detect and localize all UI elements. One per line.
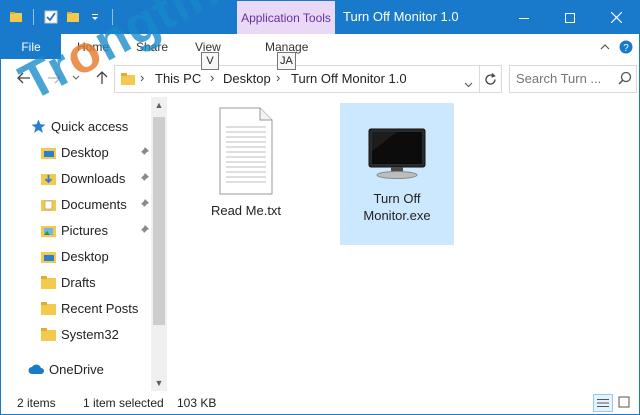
nav-label: Pictures [61,222,108,238]
pictures-folder-icon [39,222,57,238]
nav-label: Quick access [51,118,129,134]
folder-icon[interactable] [5,7,27,27]
file-name: Read Me.txt [210,203,282,218]
ribbon-tabs: File Home Share View Manage V JA ? [1,34,639,70]
status-bar: 2 items 1 item selected 103 KB [1,391,639,414]
nav-documents[interactable]: Documents [39,193,127,215]
minimize-button[interactable] [501,1,547,34]
status-item-count: 2 items [17,396,56,410]
file-name-line-1: Turn Off [373,191,421,206]
details-view-icon[interactable] [593,394,613,412]
search-icon[interactable] [618,71,632,90]
breadcrumb-current-folder[interactable]: Turn Off Monitor 1.0 [291,71,407,86]
nav-quick-access[interactable]: Quick access [29,115,128,137]
customize-dropdown-icon[interactable] [84,7,106,27]
breadcrumb-this-pc[interactable]: This PC [155,71,201,86]
nav-label: Downloads [61,170,126,186]
new-folder-icon[interactable] [62,7,84,27]
breadcrumb-desktop[interactable]: Desktop [223,71,271,86]
nav-downloads[interactable]: Downloads [39,167,125,189]
refresh-icon [484,72,496,85]
title-bar: Application Tools Turn Off Monitor 1.0 [1,1,639,34]
keytip-manage: JA [277,52,296,70]
nav-pictures[interactable]: Pictures [39,219,108,241]
help-icon[interactable]: ? [618,39,634,55]
onedrive-icon [27,361,45,377]
search-input[interactable] [516,70,612,86]
text-document-icon [218,107,274,200]
folder-icon [39,300,57,316]
status-size: 103 KB [177,396,217,410]
file-item-turn-off-monitor[interactable]: Turn Off Monitor.exe [340,103,454,245]
breadcrumb-separator: › [276,70,281,85]
folder-icon [39,326,57,342]
nav-recent-posts[interactable]: Recent Posts [39,297,138,319]
pin-icon[interactable] [138,146,150,158]
nav-label: System32 [61,326,119,342]
quick-access-toolbar [5,7,119,27]
tab-home[interactable]: Home [77,34,109,59]
pin-icon[interactable] [138,224,150,236]
svg-text:?: ? [623,43,629,54]
file-item-readme[interactable]: Read Me.txt [201,103,291,227]
explorer-window: Application Tools Turn Off Monitor 1.0 F… [0,0,640,415]
nav-desktop[interactable]: Desktop [39,141,109,163]
up-arrow-icon[interactable] [93,69,111,87]
chevron-up-icon[interactable] [597,39,613,55]
nav-label: OneDrive [49,361,104,377]
tab-share[interactable]: Share [136,34,168,59]
desktop-folder-icon [39,248,57,264]
separator [33,9,34,25]
file-list: Read Me.txt Turn Off Monitor.exe [168,97,639,391]
back-arrow-icon[interactable] [15,69,33,87]
address-bar[interactable]: › This PC › Desktop › Turn Off Monitor 1… [114,65,480,93]
navigation-pane: Quick access Desktop Downloads Documents [1,97,167,391]
separator [112,9,113,25]
properties-check-icon[interactable] [40,7,62,27]
nav-label: Drafts [61,274,96,290]
nav-scrollbar[interactable]: ▲ ▼ [151,97,167,391]
nav-label: Desktop [61,248,109,264]
nav-label: Documents [61,196,127,212]
pin-icon[interactable] [138,198,150,210]
scroll-down-arrow-icon[interactable]: ▼ [151,375,167,391]
nav-label: Recent Posts [61,300,139,316]
breadcrumb-separator: › [210,70,215,85]
documents-folder-icon [39,196,57,212]
address-row: › This PC › Desktop › Turn Off Monitor 1… [1,59,639,97]
folder-icon [121,72,135,90]
breadcrumb-separator: › [140,70,145,85]
contextual-tab-header: Application Tools [237,1,335,34]
recent-locations-chevron-icon[interactable] [71,69,81,87]
refresh-button[interactable] [479,65,502,93]
status-selection: 1 item selected [83,396,164,410]
downloads-folder-icon [39,170,57,186]
monitor-icon [367,127,427,184]
maximize-button[interactable] [547,1,593,34]
nav-system32[interactable]: System32 [39,323,119,345]
keytip-view: V [201,52,219,70]
forward-arrow-icon[interactable] [45,69,63,87]
nav-label: Desktop [61,144,109,160]
nav-drafts[interactable]: Drafts [39,271,96,293]
tab-file[interactable]: File [1,34,61,59]
scrollbar-thumb[interactable] [153,117,165,325]
pin-icon[interactable] [138,172,150,184]
close-button[interactable] [593,1,639,34]
desktop-folder-icon [39,144,57,160]
scroll-up-arrow-icon[interactable]: ▲ [151,97,167,113]
nav-desktop-2[interactable]: Desktop [39,245,109,267]
search-box[interactable] [509,65,637,93]
nav-onedrive[interactable]: OneDrive [27,358,104,380]
star-icon [29,118,47,134]
large-icons-view-icon[interactable] [615,394,633,410]
file-name-line-2: Monitor.exe [363,208,431,223]
window-title: Turn Off Monitor 1.0 [343,9,459,24]
chevron-down-icon[interactable] [464,75,473,93]
folder-icon [39,274,57,290]
